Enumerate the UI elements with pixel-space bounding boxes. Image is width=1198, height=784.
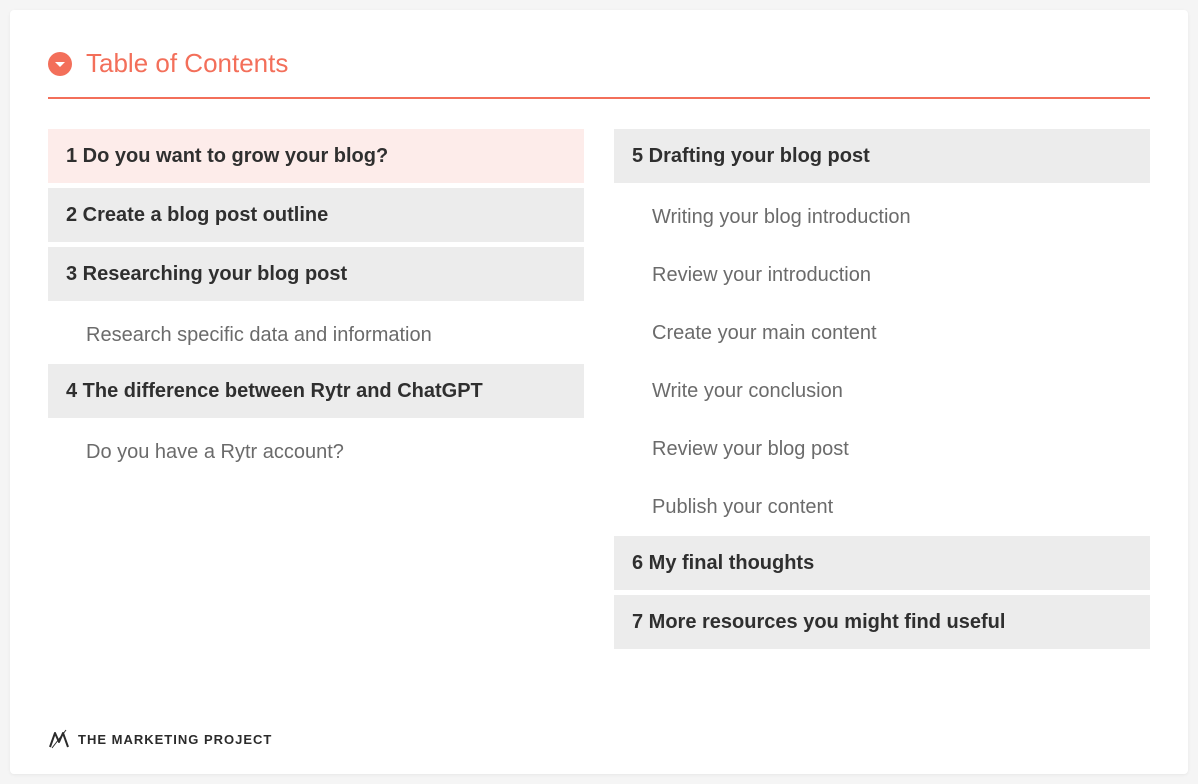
toc-column-left: 1 Do you want to grow your blog?2 Create…: [48, 129, 584, 654]
toc-section-link[interactable]: 6 My final thoughts: [614, 536, 1150, 590]
toc-columns: 1 Do you want to grow your blog?2 Create…: [48, 129, 1150, 654]
toc-header[interactable]: Table of Contents: [48, 48, 1150, 79]
toc-subsection-link[interactable]: Writing your blog introduction: [614, 188, 1150, 246]
toc-section-link[interactable]: 7 More resources you might find useful: [614, 595, 1150, 649]
toc-section-link[interactable]: 5 Drafting your blog post: [614, 129, 1150, 183]
brand-mark-icon: [48, 728, 70, 750]
toc-divider: [48, 97, 1150, 99]
toc-title: Table of Contents: [86, 48, 288, 79]
toc-subsection-link[interactable]: Review your blog post: [614, 420, 1150, 478]
toc-subsection-link[interactable]: Do you have a Rytr account?: [48, 423, 584, 481]
brand-logo: THE MARKETING PROJECT: [48, 728, 272, 750]
collapse-down-icon: [48, 52, 72, 76]
toc-column-right: 5 Drafting your blog postWriting your bl…: [614, 129, 1150, 654]
toc-subsection-link[interactable]: Review your introduction: [614, 246, 1150, 304]
brand-text: THE MARKETING PROJECT: [78, 732, 272, 747]
toc-section-link[interactable]: 2 Create a blog post outline: [48, 188, 584, 242]
toc-section-link[interactable]: 4 The difference between Rytr and ChatGP…: [48, 364, 584, 418]
toc-subsection-link[interactable]: Publish your content: [614, 478, 1150, 536]
toc-section-link[interactable]: 3 Researching your blog post: [48, 247, 584, 301]
toc-subsection-link[interactable]: Research specific data and information: [48, 306, 584, 364]
toc-subsection-link[interactable]: Write your conclusion: [614, 362, 1150, 420]
toc-subsection-link[interactable]: Create your main content: [614, 304, 1150, 362]
toc-section-link[interactable]: 1 Do you want to grow your blog?: [48, 129, 584, 183]
toc-card: Table of Contents 1 Do you want to grow …: [10, 10, 1188, 774]
